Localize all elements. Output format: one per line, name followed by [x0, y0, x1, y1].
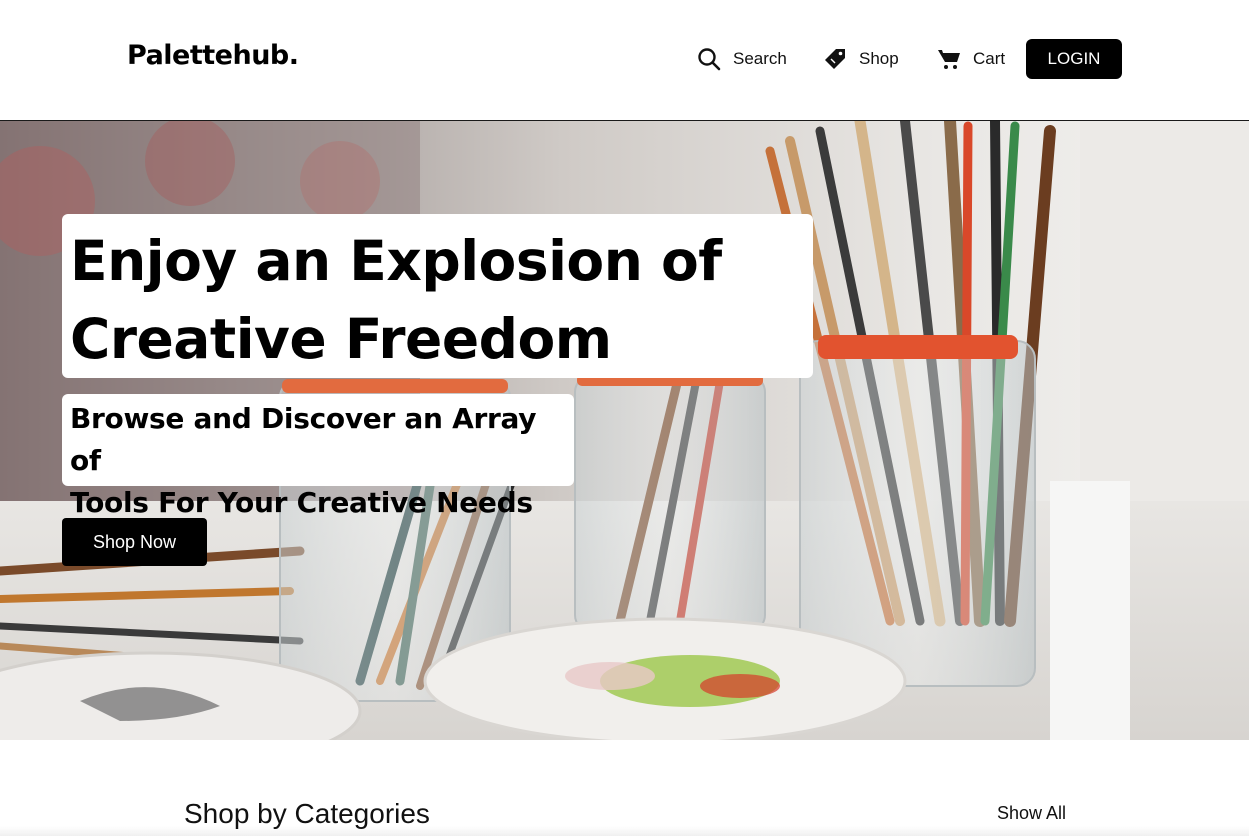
- hero-headline-line-1: Enjoy an Explosion of: [70, 229, 722, 293]
- hero-headline-line-2: Creative Freedom: [70, 307, 612, 371]
- nav-shop-label: Shop: [859, 49, 899, 68]
- nav-cart-label: Cart: [973, 49, 1006, 68]
- hero-subheadline-box: Browse and Discover an Array of Tools Fo…: [62, 394, 574, 519]
- search-icon: [697, 47, 721, 71]
- shop-now-button[interactable]: Shop Now: [62, 518, 207, 566]
- shopping-cart-icon: [937, 47, 961, 71]
- nav-shop[interactable]: Shop: [823, 46, 899, 72]
- site-header: Palettehub. Search Shop Cart LOGIN: [0, 0, 1249, 121]
- hero-headline-box: Enjoy an Explosion of Creative Freedom: [62, 214, 813, 378]
- hero-banner: Enjoy an Explosion of Creative Freedom B…: [0, 121, 1249, 740]
- login-button[interactable]: LOGIN: [1026, 39, 1122, 79]
- nav-search[interactable]: Search: [697, 46, 787, 72]
- hero-subheadline-line-1: Browse and Discover an Array of: [70, 402, 537, 477]
- site-logo[interactable]: Palettehub.: [127, 40, 299, 71]
- show-all-link[interactable]: Show All: [997, 803, 1066, 824]
- price-tag-icon: [823, 47, 847, 71]
- section-divider-shadow: [0, 826, 1249, 836]
- nav-cart[interactable]: Cart: [937, 46, 1005, 72]
- nav-search-label: Search: [733, 49, 787, 68]
